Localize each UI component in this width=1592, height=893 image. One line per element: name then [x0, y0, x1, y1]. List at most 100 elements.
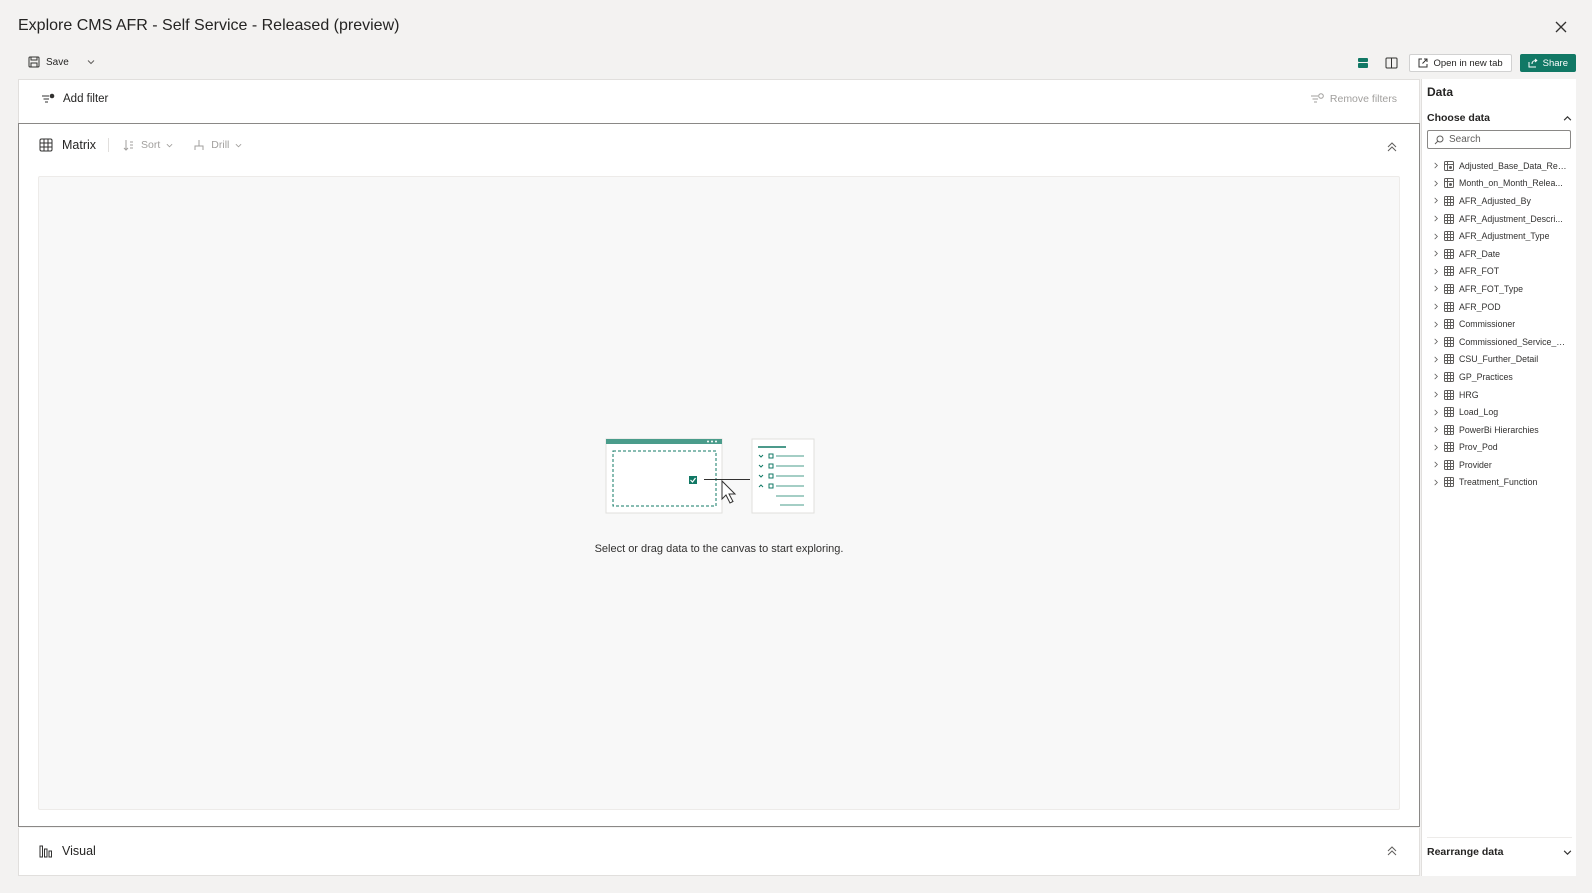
toolbar-right: Open in new tab Share — [1353, 54, 1576, 72]
save-button[interactable]: Save — [28, 56, 95, 68]
table-item-label: Commissioner — [1459, 319, 1516, 330]
table-item-label: AFR_Date — [1459, 248, 1501, 259]
table-list: Adjusted_Base_Data_Rel... Month_on_Month_… — [1433, 157, 1573, 491]
chevron-up-icon — [1563, 115, 1572, 121]
window-title: Explore CMS AFR - Self Service - Release… — [18, 17, 400, 34]
table-icon — [1444, 266, 1454, 277]
table-item[interactable]: AFR_FOT_Type — [1433, 280, 1573, 298]
chevron-right-icon[interactable] — [1433, 250, 1439, 257]
table-item-label: Prov_Pod — [1459, 442, 1498, 453]
chevron-right-icon[interactable] — [1433, 338, 1439, 345]
canvas-toolbar: Matrix Sort Drill — [39, 138, 262, 152]
remove-filters-button[interactable]: Remove filters — [1310, 93, 1397, 105]
share-icon — [1528, 58, 1538, 68]
layout-stacked-button[interactable] — [1353, 54, 1373, 72]
table-item[interactable]: HRG — [1433, 386, 1573, 404]
drill-icon — [194, 140, 204, 150]
table-item[interactable]: CSU_Further_Detail — [1433, 351, 1573, 369]
visual-type-selector[interactable]: Matrix — [39, 138, 110, 152]
search-input[interactable] — [1449, 134, 1559, 145]
chevron-down-icon — [166, 143, 173, 147]
chevron-right-icon[interactable] — [1433, 197, 1439, 204]
table-icon — [1444, 283, 1454, 294]
table-item-label: Commissioned_Service_C... — [1459, 336, 1567, 347]
table-item[interactable]: PowerBi Hierarchies — [1433, 421, 1573, 439]
table-item[interactable]: Treatment_Function — [1433, 474, 1573, 492]
table-item[interactable]: AFR_Adjusted_By — [1433, 192, 1573, 210]
table-item[interactable]: AFR_FOT — [1433, 263, 1573, 281]
table-icon — [1444, 424, 1454, 435]
bar-chart-icon — [39, 845, 52, 857]
table-item[interactable]: AFR_POD — [1433, 298, 1573, 316]
chevron-right-icon[interactable] — [1433, 373, 1439, 380]
table-item[interactable]: Commissioner — [1433, 315, 1573, 333]
table-icon — [1444, 371, 1454, 382]
chevron-right-icon[interactable] — [1433, 356, 1439, 363]
choose-data-header[interactable]: Choose data — [1427, 112, 1572, 124]
table-item-label: Treatment_Function — [1459, 477, 1538, 488]
table-item-label: CSU_Further_Detail — [1459, 354, 1539, 365]
chevron-right-icon[interactable] — [1433, 409, 1439, 416]
search-icon — [1434, 135, 1444, 144]
chevron-right-icon[interactable] — [1433, 391, 1439, 398]
empty-state-message: Select or drag data to the canvas to sta… — [594, 543, 844, 555]
canvas: Matrix Sort Drill Select or drag data to… — [18, 123, 1420, 827]
collapse-up-icon[interactable] — [1385, 844, 1399, 858]
dataset-icon — [1444, 160, 1454, 171]
table-icon — [1444, 477, 1454, 488]
table-item[interactable]: Adjusted_Base_Data_Rel... — [1433, 157, 1573, 175]
chevron-right-icon[interactable] — [1433, 461, 1439, 468]
chevron-right-icon[interactable] — [1433, 303, 1439, 310]
chevron-right-icon[interactable] — [1433, 321, 1439, 328]
chevron-right-icon[interactable] — [1433, 233, 1439, 240]
chevron-down-icon[interactable] — [87, 58, 95, 66]
table-item[interactable]: Load_Log — [1433, 403, 1573, 421]
drill-label: Drill — [211, 139, 230, 151]
table-icon — [1444, 459, 1454, 470]
rearrange-data-header[interactable]: Rearrange data — [1427, 837, 1572, 858]
table-item[interactable]: GP_Practices — [1433, 368, 1573, 386]
chevron-right-icon[interactable] — [1433, 162, 1439, 169]
chevron-right-icon[interactable] — [1433, 215, 1439, 222]
chevron-right-icon[interactable] — [1433, 479, 1439, 486]
save-icon — [28, 56, 40, 68]
table-item-label: AFR_Adjustment_Descri... — [1459, 213, 1563, 224]
add-filter-button[interactable]: Add filter — [41, 93, 108, 105]
search-box — [1427, 130, 1571, 149]
share-button[interactable]: Share — [1519, 54, 1576, 72]
chevron-right-icon[interactable] — [1433, 444, 1439, 451]
table-item[interactable]: Prov_Pod — [1433, 439, 1573, 457]
layout-split-button[interactable] — [1381, 54, 1401, 72]
add-filter-label: Add filter — [63, 93, 109, 105]
table-icon — [1444, 336, 1454, 347]
table-icon — [1444, 213, 1454, 224]
chevron-right-icon[interactable] — [1433, 426, 1439, 433]
filter-remove-icon — [1310, 93, 1324, 103]
table-item-label: Adjusted_Base_Data_Rel... — [1459, 160, 1567, 171]
table-item[interactable]: AFR_Adjustment_Type — [1433, 227, 1573, 245]
table-item[interactable]: Month_on_Month_Relea... — [1433, 175, 1573, 193]
table-icon — [1444, 442, 1454, 453]
table-item[interactable]: Provider — [1433, 456, 1573, 474]
drill-button[interactable]: Drill — [193, 139, 242, 151]
chevron-right-icon[interactable] — [1433, 180, 1439, 187]
visual-section-header[interactable]: Visual — [39, 844, 96, 858]
table-item[interactable]: AFR_Adjustment_Descri... — [1433, 210, 1573, 228]
sort-icon — [123, 140, 134, 151]
layout-stacked-icon — [1358, 58, 1369, 68]
table-icon — [1444, 319, 1454, 330]
chevron-right-icon[interactable] — [1433, 285, 1439, 292]
open-in-new-tab-button[interactable]: Open in new tab — [1409, 54, 1512, 72]
table-item[interactable]: Commissioned_Service_C... — [1433, 333, 1573, 351]
close-icon[interactable] — [1553, 19, 1569, 35]
table-icon — [1444, 195, 1454, 206]
table-icon — [1444, 301, 1454, 312]
table-item[interactable]: AFR_Date — [1433, 245, 1573, 263]
data-pane: Data Choose data Adjusted_Base_Data_Rel.… — [1421, 79, 1576, 876]
plot-area[interactable]: Select or drag data to the canvas to sta… — [38, 176, 1400, 810]
rearrange-data-label: Rearrange data — [1427, 846, 1504, 858]
data-pane-title: Data — [1427, 85, 1454, 99]
chevron-right-icon[interactable] — [1433, 268, 1439, 275]
collapse-up-icon[interactable] — [1385, 140, 1399, 154]
sort-button[interactable]: Sort — [123, 139, 173, 151]
